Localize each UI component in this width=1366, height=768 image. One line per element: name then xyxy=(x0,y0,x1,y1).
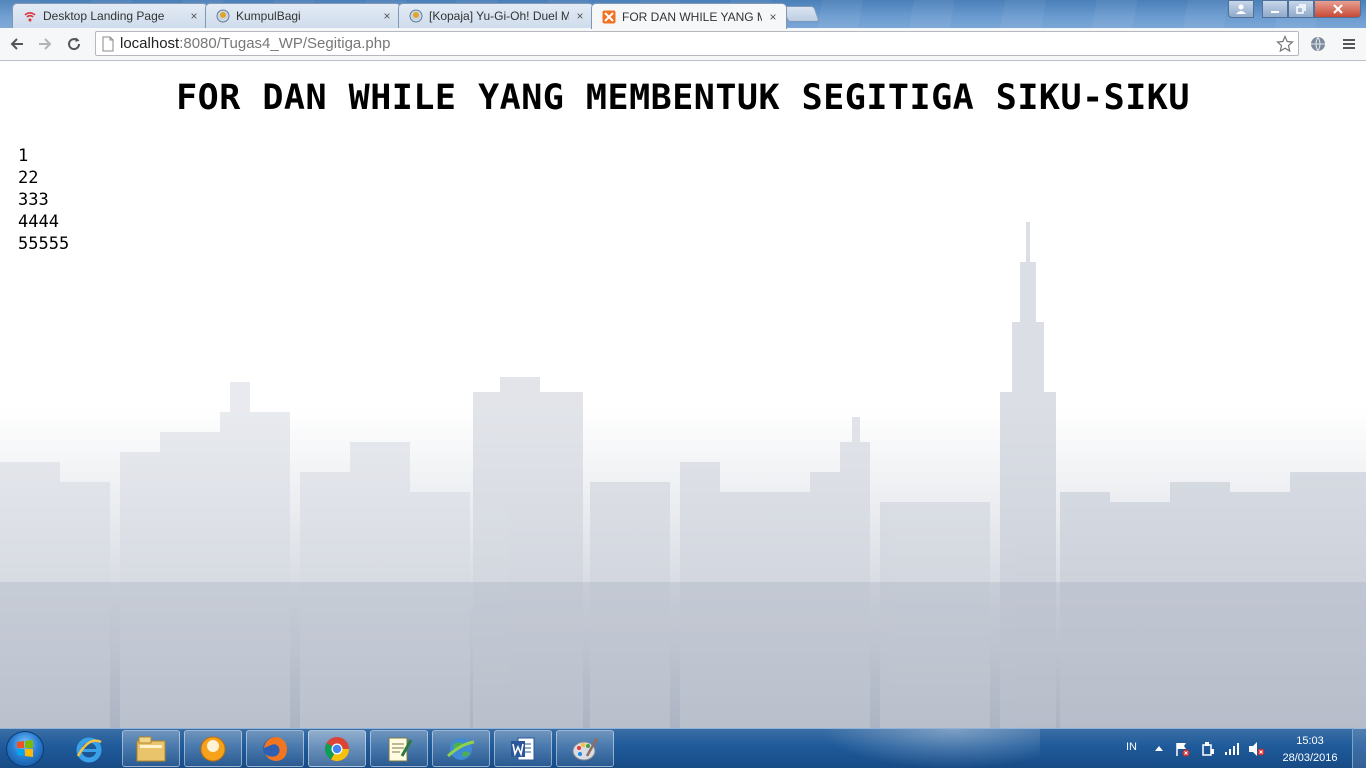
chat-icon xyxy=(200,736,226,761)
address-path: :8080/Tugas4_WP/Segitiga.php xyxy=(179,35,391,52)
cloud-icon xyxy=(409,9,423,23)
forward-arrow-icon xyxy=(39,38,52,50)
number-triangle-output: 1 22 333 4444 55555 xyxy=(18,145,69,255)
usb-device-icon[interactable] xyxy=(1200,741,1216,757)
word-icon xyxy=(511,737,535,760)
bookmark-star-icon[interactable] xyxy=(1276,35,1294,53)
action-center-flag-icon[interactable] xyxy=(1174,741,1190,757)
cloud-icon xyxy=(216,9,230,23)
tab-close-icon[interactable]: × xyxy=(187,9,201,23)
triangle-row: 333 xyxy=(18,190,49,210)
close-window-button[interactable] xyxy=(1314,0,1361,18)
paint-icon xyxy=(572,736,599,760)
user-profile-button[interactable] xyxy=(1228,0,1254,18)
taskbar-notepad[interactable] xyxy=(370,730,428,767)
page-viewport: FOR DAN WHILE YANG MEMBENTUK SEGITIGA SI… xyxy=(0,62,1366,728)
address-host: localhost xyxy=(120,35,180,52)
tab-kopaja-yugioh[interactable]: [Kopaja] Yu-Gi-Oh! Duel M × xyxy=(398,3,594,28)
restore-icon xyxy=(1296,4,1306,14)
hamburger-menu-icon xyxy=(1343,39,1355,49)
system-tray: IN 15:03 28/03/2016 xyxy=(1118,729,1358,768)
taskbar-file-explorer[interactable] xyxy=(122,730,180,767)
firefox-icon xyxy=(263,736,287,761)
triangle-row: 55555 xyxy=(18,234,70,254)
tab-desktop-landing-page[interactable]: Desktop Landing Page × xyxy=(12,3,208,28)
restore-button[interactable] xyxy=(1288,0,1314,18)
show-hidden-icons-chevron-icon[interactable] xyxy=(1154,744,1164,752)
close-icon xyxy=(1332,4,1343,14)
windows-taskbar: IN 15:03 28/03/2016 xyxy=(0,728,1366,768)
chrome-icon xyxy=(324,736,349,761)
tab-title: KumpulBagi xyxy=(236,9,301,23)
tab-for-dan-while[interactable]: FOR DAN WHILE YANG M × xyxy=(591,3,787,29)
page-title: FOR DAN WHILE YANG MEMBENTUK SEGITIGA SI… xyxy=(176,78,1190,118)
taskbar-paint[interactable] xyxy=(556,730,614,767)
address-bar[interactable]: localhost:8080/Tugas4_WP/Segitiga.php xyxy=(95,31,1299,56)
menu-button[interactable] xyxy=(1336,31,1362,57)
xampp-icon xyxy=(602,10,616,24)
triangle-row: 22 xyxy=(18,168,39,188)
browser-tab-strip: Desktop Landing Page × KumpulBagi × [Kop… xyxy=(0,0,1366,29)
reload-icon xyxy=(68,37,81,51)
start-button[interactable] xyxy=(6,731,44,767)
minimize-button[interactable] xyxy=(1262,0,1288,18)
windows-logo-icon xyxy=(17,740,33,757)
taskbar-word[interactable] xyxy=(494,730,552,767)
clock-date[interactable]: 28/03/2016 xyxy=(1280,752,1340,764)
page-icon xyxy=(102,36,114,51)
back-arrow-icon xyxy=(10,38,23,50)
network-globe-icon xyxy=(446,737,475,760)
wifi-icon xyxy=(23,9,37,23)
notepad-icon xyxy=(388,737,413,761)
triangle-row: 1 xyxy=(18,146,29,166)
browser-toolbar: localhost:8080/Tugas4_WP/Segitiga.php xyxy=(0,28,1366,61)
taskbar-chat[interactable] xyxy=(184,730,242,767)
tab-close-icon[interactable]: × xyxy=(766,10,780,24)
tab-close-icon[interactable]: × xyxy=(573,9,587,23)
tab-kumpulbagi[interactable]: KumpulBagi × xyxy=(205,3,401,28)
tab-title: Desktop Landing Page xyxy=(43,9,165,23)
language-indicator[interactable]: IN xyxy=(1126,741,1137,753)
taskbar-network-globe[interactable] xyxy=(432,730,490,767)
city-skyline-background xyxy=(0,222,1366,728)
user-icon xyxy=(1236,4,1246,14)
back-button[interactable] xyxy=(4,31,30,57)
triangle-row: 4444 xyxy=(18,212,59,232)
globe-extension-icon xyxy=(1311,36,1325,53)
internet-explorer-icon xyxy=(76,737,102,762)
tab-close-icon[interactable]: × xyxy=(380,9,394,23)
tab-title: [Kopaja] Yu-Gi-Oh! Duel M xyxy=(429,9,569,23)
taskbar-internet-explorer[interactable] xyxy=(60,730,118,767)
minimize-icon xyxy=(1271,11,1279,13)
signal-strength-icon[interactable] xyxy=(1224,741,1240,757)
volume-muted-icon[interactable] xyxy=(1248,741,1266,757)
tab-title: FOR DAN WHILE YANG M xyxy=(622,9,762,24)
extension-button[interactable] xyxy=(1305,31,1331,57)
taskbar-chrome[interactable] xyxy=(308,730,366,767)
new-tab-button[interactable] xyxy=(782,6,820,22)
forward-button[interactable] xyxy=(32,31,58,57)
clock-time[interactable]: 15:03 xyxy=(1280,735,1340,747)
taskbar-firefox[interactable] xyxy=(246,730,304,767)
file-explorer-icon xyxy=(136,736,166,761)
reload-button[interactable] xyxy=(61,31,87,57)
show-desktop-button[interactable] xyxy=(1352,728,1366,768)
